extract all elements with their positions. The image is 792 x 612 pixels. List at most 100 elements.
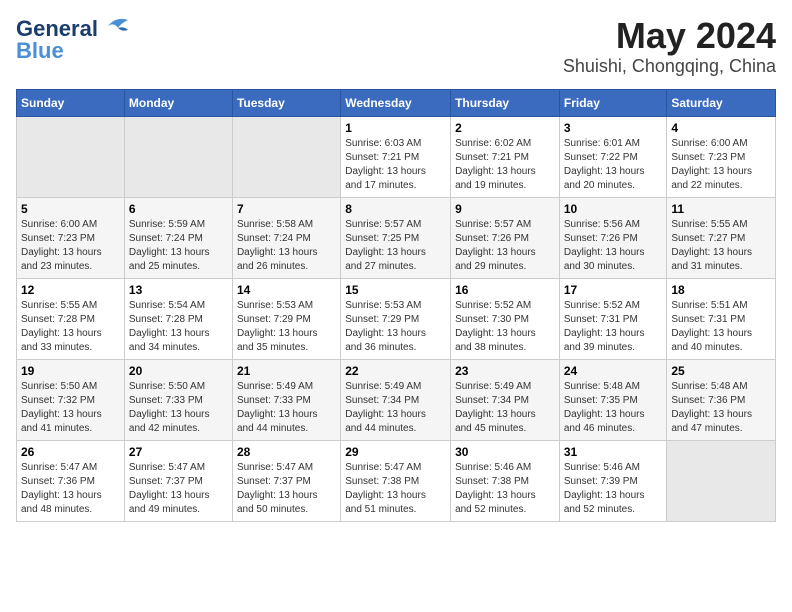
calendar-cell: 23 Sunrise: 5:49 AM Sunset: 7:34 PM Dayli… [451, 359, 560, 440]
week-row-4: 19Sunrise: 5:50 AM Sunset: 7:32 PM Dayli… [17, 359, 776, 440]
header-sunday: Sunday [17, 89, 125, 116]
calendar-cell: 26 Sunrise: 5:47 AM Sunset: 7:36 PM Dayli… [17, 440, 125, 521]
day-number: 18 [671, 283, 771, 297]
calendar-cell: 6 Sunrise: 5:59 AM Sunset: 7:24 PM Daylig… [124, 197, 232, 278]
day-info: Sunrise: 6:01 AM Sunset: 7:22 PM Dayligh… [564, 137, 663, 193]
day-number: 25 [671, 364, 771, 378]
calendar-cell: 7 Sunrise: 5:58 AM Sunset: 7:24 PM Daylig… [232, 197, 340, 278]
calendar-cell: 20 Sunrise: 5:50 AM Sunset: 7:33 PM Dayli… [124, 359, 232, 440]
day-number: 22 [345, 364, 446, 378]
day-number: 13 [129, 283, 228, 297]
day-info: Sunrise: 5:53 AM Sunset: 7:29 PM Dayligh… [345, 299, 446, 355]
calendar-cell: 4Sunrise: 6:00 AM Sunset: 7:23 PM Daylig… [667, 116, 776, 197]
day-info: Sunrise: 6:02 AM Sunset: 7:21 PM Dayligh… [455, 137, 555, 193]
calendar-cell: 14Sunrise: 5:53 AM Sunset: 7:29 PM Dayli… [232, 278, 340, 359]
calendar-cell: 16 Sunrise: 5:52 AM Sunset: 7:30 PM Dayli… [451, 278, 560, 359]
day-number: 17 [564, 283, 663, 297]
day-number: 10 [564, 202, 663, 216]
calendar-cell [232, 116, 340, 197]
day-info: Sunrise: 5:54 AM Sunset: 7:28 PM Dayligh… [129, 299, 228, 355]
day-info: Sunrise: 5:48 AM Sunset: 7:36 PM Dayligh… [671, 380, 771, 436]
calendar-cell: 27 Sunrise: 5:47 AM Sunset: 7:37 PM Dayli… [124, 440, 232, 521]
day-number: 7 [237, 202, 336, 216]
day-number: 2 [455, 121, 555, 135]
calendar-cell: 22 Sunrise: 5:49 AM Sunset: 7:34 PM Dayli… [341, 359, 451, 440]
day-number: 3 [564, 121, 663, 135]
calendar-cell: 2 Sunrise: 6:02 AM Sunset: 7:21 PM Daylig… [451, 116, 560, 197]
week-row-2: 5Sunrise: 6:00 AM Sunset: 7:23 PM Daylig… [17, 197, 776, 278]
calendar-cell: 10 Sunrise: 5:56 AM Sunset: 7:26 PM Dayli… [559, 197, 667, 278]
week-row-5: 26 Sunrise: 5:47 AM Sunset: 7:36 PM Dayli… [17, 440, 776, 521]
day-info: Sunrise: 5:58 AM Sunset: 7:24 PM Dayligh… [237, 218, 336, 274]
day-info: Sunrise: 5:47 AM Sunset: 7:37 PM Dayligh… [237, 461, 336, 517]
calendar-cell: 29 Sunrise: 5:47 AM Sunset: 7:38 PM Dayli… [341, 440, 451, 521]
page-header: General Blue May 2024 Shuishi, Chongqing… [16, 16, 776, 77]
day-number: 4 [671, 121, 771, 135]
day-info: Sunrise: 5:51 AM Sunset: 7:31 PM Dayligh… [671, 299, 771, 355]
day-number: 28 [237, 445, 336, 459]
day-number: 8 [345, 202, 446, 216]
day-number: 24 [564, 364, 663, 378]
logo-bird-icon [100, 16, 132, 38]
calendar-cell: 1Sunrise: 6:03 AM Sunset: 7:21 PM Daylig… [341, 116, 451, 197]
calendar-cell [124, 116, 232, 197]
day-info: Sunrise: 5:49 AM Sunset: 7:34 PM Dayligh… [455, 380, 555, 436]
day-number: 29 [345, 445, 446, 459]
day-info: Sunrise: 5:47 AM Sunset: 7:38 PM Dayligh… [345, 461, 446, 517]
day-number: 20 [129, 364, 228, 378]
day-number: 9 [455, 202, 555, 216]
day-info: Sunrise: 5:46 AM Sunset: 7:39 PM Dayligh… [564, 461, 663, 517]
header-monday: Monday [124, 89, 232, 116]
day-info: Sunrise: 5:52 AM Sunset: 7:31 PM Dayligh… [564, 299, 663, 355]
day-number: 26 [21, 445, 120, 459]
calendar-title: May 2024 [563, 16, 776, 56]
calendar-cell: 11Sunrise: 5:55 AM Sunset: 7:27 PM Dayli… [667, 197, 776, 278]
calendar-cell: 17 Sunrise: 5:52 AM Sunset: 7:31 PM Dayli… [559, 278, 667, 359]
day-number: 16 [455, 283, 555, 297]
calendar-cell: 18 Sunrise: 5:51 AM Sunset: 7:31 PM Dayli… [667, 278, 776, 359]
day-number: 27 [129, 445, 228, 459]
calendar-cell: 5Sunrise: 6:00 AM Sunset: 7:23 PM Daylig… [17, 197, 125, 278]
calendar-cell: 3 Sunrise: 6:01 AM Sunset: 7:22 PM Daylig… [559, 116, 667, 197]
calendar-cell: 30 Sunrise: 5:46 AM Sunset: 7:38 PM Dayli… [451, 440, 560, 521]
title-block: May 2024 Shuishi, Chongqing, China [563, 16, 776, 77]
day-info: Sunrise: 5:56 AM Sunset: 7:26 PM Dayligh… [564, 218, 663, 274]
day-info: Sunrise: 5:49 AM Sunset: 7:33 PM Dayligh… [237, 380, 336, 436]
header-friday: Friday [559, 89, 667, 116]
day-info: Sunrise: 5:57 AM Sunset: 7:25 PM Dayligh… [345, 218, 446, 274]
day-info: Sunrise: 5:52 AM Sunset: 7:30 PM Dayligh… [455, 299, 555, 355]
day-info: Sunrise: 5:50 AM Sunset: 7:33 PM Dayligh… [129, 380, 228, 436]
week-row-3: 12Sunrise: 5:55 AM Sunset: 7:28 PM Dayli… [17, 278, 776, 359]
calendar-cell: 8 Sunrise: 5:57 AM Sunset: 7:25 PM Daylig… [341, 197, 451, 278]
logo-blue-text: Blue [16, 38, 64, 63]
day-number: 15 [345, 283, 446, 297]
day-info: Sunrise: 5:55 AM Sunset: 7:28 PM Dayligh… [21, 299, 120, 355]
day-number: 21 [237, 364, 336, 378]
calendar-cell: 31 Sunrise: 5:46 AM Sunset: 7:39 PM Dayli… [559, 440, 667, 521]
header-saturday: Saturday [667, 89, 776, 116]
day-number: 30 [455, 445, 555, 459]
header-thursday: Thursday [451, 89, 560, 116]
day-number: 31 [564, 445, 663, 459]
day-info: Sunrise: 5:59 AM Sunset: 7:24 PM Dayligh… [129, 218, 228, 274]
day-number: 23 [455, 364, 555, 378]
day-info: Sunrise: 5:46 AM Sunset: 7:38 PM Dayligh… [455, 461, 555, 517]
day-info: Sunrise: 5:49 AM Sunset: 7:34 PM Dayligh… [345, 380, 446, 436]
day-number: 19 [21, 364, 120, 378]
day-info: Sunrise: 5:57 AM Sunset: 7:26 PM Dayligh… [455, 218, 555, 274]
calendar-cell [667, 440, 776, 521]
header-row: SundayMondayTuesdayWednesdayThursdayFrid… [17, 89, 776, 116]
calendar-cell: 13 Sunrise: 5:54 AM Sunset: 7:28 PM Dayli… [124, 278, 232, 359]
day-number: 6 [129, 202, 228, 216]
header-tuesday: Tuesday [232, 89, 340, 116]
calendar-cell: 21 Sunrise: 5:49 AM Sunset: 7:33 PM Dayli… [232, 359, 340, 440]
calendar-cell: 25 Sunrise: 5:48 AM Sunset: 7:36 PM Dayli… [667, 359, 776, 440]
calendar-table: SundayMondayTuesdayWednesdayThursdayFrid… [16, 89, 776, 522]
header-wednesday: Wednesday [341, 89, 451, 116]
day-info: Sunrise: 6:03 AM Sunset: 7:21 PM Dayligh… [345, 137, 446, 193]
calendar-cell: 12Sunrise: 5:55 AM Sunset: 7:28 PM Dayli… [17, 278, 125, 359]
day-info: Sunrise: 5:47 AM Sunset: 7:37 PM Dayligh… [129, 461, 228, 517]
calendar-cell: 24Sunrise: 5:48 AM Sunset: 7:35 PM Dayli… [559, 359, 667, 440]
day-info: Sunrise: 5:47 AM Sunset: 7:36 PM Dayligh… [21, 461, 120, 517]
day-info: Sunrise: 5:55 AM Sunset: 7:27 PM Dayligh… [671, 218, 771, 274]
